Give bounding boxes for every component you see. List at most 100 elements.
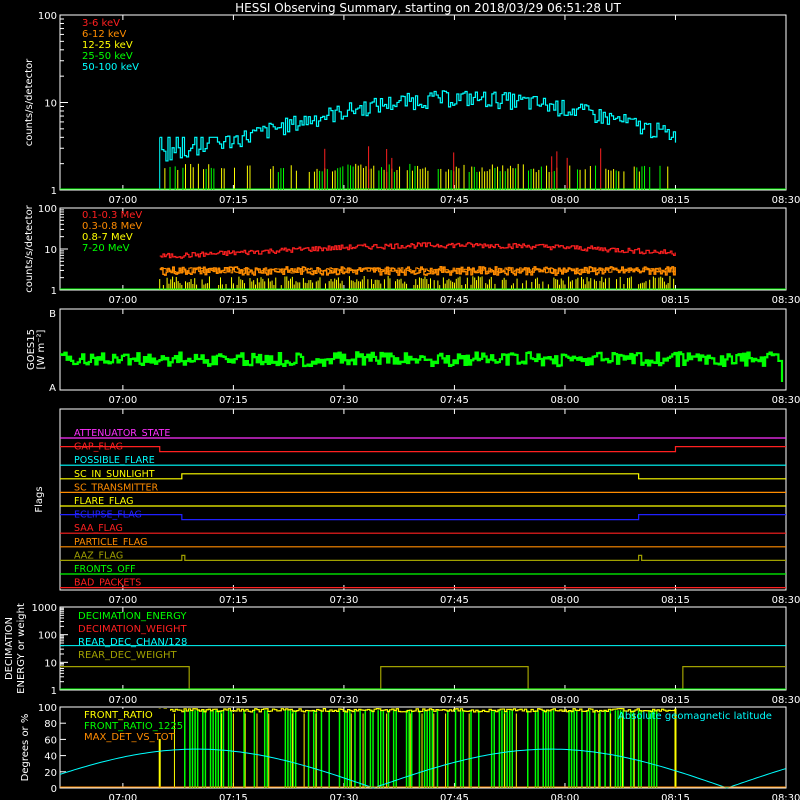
time-tick-label: 07:00 bbox=[108, 295, 137, 306]
time-tick-label: 07:15 bbox=[219, 395, 248, 406]
time-tick-label: 08:15 bbox=[661, 395, 690, 406]
y-axis-label-decimation-2: ENERGY or weight bbox=[16, 603, 27, 694]
time-tick-label: 07:45 bbox=[440, 295, 469, 306]
time-tick-label: 07:30 bbox=[330, 395, 359, 406]
legend-entry: 0.8-7 MeV bbox=[82, 232, 133, 243]
y-tick-label: 0 bbox=[51, 784, 57, 795]
flag-label: PARTICLE_FLAG bbox=[74, 537, 147, 548]
time-tick-label: 08:30 bbox=[772, 295, 800, 306]
y-tick-label: 10 bbox=[44, 99, 57, 110]
flag-label: BAD_PACKETS bbox=[74, 578, 141, 589]
time-tick-label: 07:45 bbox=[440, 695, 469, 706]
y-tick-label: 80 bbox=[44, 719, 57, 730]
goes-series bbox=[60, 351, 784, 382]
time-tick-label: 08:00 bbox=[551, 695, 580, 706]
time-tick-label: 07:00 bbox=[108, 195, 137, 206]
legend-entry: 0.3-0.8 MeV bbox=[82, 221, 142, 232]
legend-entry: 6-12 keV bbox=[82, 29, 126, 40]
time-tick-label: 07:00 bbox=[108, 695, 137, 706]
time-tick-label: 07:15 bbox=[219, 195, 248, 206]
time-tick-label: 07:00 bbox=[108, 595, 137, 606]
y-tick-label: 60 bbox=[44, 735, 57, 746]
y-axis-label-flags: Flags bbox=[34, 486, 45, 512]
time-tick-label: 08:30 bbox=[772, 195, 800, 206]
y-tick-label: 1000 bbox=[32, 603, 57, 614]
y-tick-label: 40 bbox=[44, 752, 57, 763]
legend-entry: DECIMATION_ENERGY bbox=[78, 611, 187, 622]
legend-entry: REAR_DEC_WEIGHT bbox=[78, 650, 177, 661]
time-tick-label: 07:30 bbox=[330, 295, 359, 306]
legend-entry: 3-6 keV bbox=[82, 18, 120, 29]
time-tick-label: 07:00 bbox=[108, 793, 137, 800]
y-axis-label-decimation: DECIMATION bbox=[4, 617, 15, 680]
panels: 07:00 07:15 07:30 07:45 08:00 08:15 08:3011010… bbox=[4, 11, 800, 800]
legend-entry: FRONT_RATIO bbox=[84, 710, 153, 721]
time-tick-label: 08:30 bbox=[772, 595, 800, 606]
y-tick-label: 1 bbox=[51, 286, 57, 297]
y-tick-label: 100 bbox=[38, 631, 57, 642]
flag-label: ATTENUATOR_STATE bbox=[74, 428, 170, 439]
flag-label: FLARE_FLAG bbox=[74, 496, 134, 507]
legend-entry: 25-50 keV bbox=[82, 51, 133, 62]
dec-series-rear-weight bbox=[60, 666, 786, 690]
hxr-series-50-100kev bbox=[159, 90, 677, 162]
y-tick-label: 20 bbox=[44, 768, 57, 779]
time-tick-label: 08:00 bbox=[551, 295, 580, 306]
flag-line bbox=[60, 514, 786, 521]
time-tick-label: 08:15 bbox=[661, 793, 690, 800]
time-tick-label: 07:45 bbox=[440, 595, 469, 606]
time-tick-label: 08:00 bbox=[551, 195, 580, 206]
panel-frame-2 bbox=[59, 207, 787, 291]
time-tick-label: 07:15 bbox=[219, 793, 248, 800]
figure-title: HESSI Observing Summary, starting on 201… bbox=[235, 1, 621, 15]
panel-frame-3 bbox=[59, 308, 787, 391]
time-tick-label: 07:45 bbox=[440, 793, 469, 800]
goes-level-b: B bbox=[49, 309, 56, 320]
time-tick-label: 08:15 bbox=[661, 595, 690, 606]
flag-line bbox=[60, 473, 786, 480]
time-tick-label: 07:30 bbox=[330, 195, 359, 206]
y-axis-label-ratio: Degrees or % bbox=[20, 714, 31, 782]
y-tick-label: 10 bbox=[44, 245, 57, 256]
legend-entry: MAX_DET_VS_TOT bbox=[84, 732, 176, 743]
y-axis-label-goes-units: [W m⁻²] bbox=[36, 329, 47, 369]
legend-entry: DECIMATION_WEIGHT bbox=[78, 624, 187, 635]
observing-summary-figure: HESSI Observing Summary, starting on 201… bbox=[4, 1, 800, 800]
time-tick-label: 08:15 bbox=[661, 695, 690, 706]
flag-label: SC_TRANSMITTER bbox=[74, 482, 159, 493]
legend-entry: 12-25 keV bbox=[82, 40, 133, 51]
flag-line bbox=[60, 446, 786, 453]
legend-entry: 50-100 keV bbox=[82, 62, 139, 73]
flag-label: SAA_FLAG bbox=[74, 523, 123, 534]
y-axis-label-gamma: counts/s/detector bbox=[24, 204, 35, 292]
y-axis-label-hxr: counts/s/detector bbox=[24, 58, 35, 146]
time-tick-label: 08:00 bbox=[551, 395, 580, 406]
goes-level-a: A bbox=[49, 383, 56, 394]
time-tick-label: 08:15 bbox=[661, 195, 690, 206]
flag-label: POSSIBLE_FLARE bbox=[74, 455, 155, 466]
flag-label: FRONTS_OFF bbox=[74, 564, 136, 575]
flag-label: SC_IN_SUNLIGHT bbox=[74, 469, 155, 480]
y-tick-label: 1 bbox=[51, 186, 57, 197]
time-tick-label: 07:15 bbox=[219, 295, 248, 306]
time-tick-label: 08:15 bbox=[661, 295, 690, 306]
gamma-series-0.1-0.3mev bbox=[159, 242, 676, 259]
panel-frame-1 bbox=[59, 14, 787, 191]
legend-entry: 7-20 MeV bbox=[82, 243, 130, 254]
time-tick-label: 07:30 bbox=[330, 695, 359, 706]
time-tick-label: 08:30 bbox=[772, 695, 800, 706]
time-tick-label: 08:00 bbox=[551, 595, 580, 606]
time-tick-label: 07:30 bbox=[330, 793, 359, 800]
annotation-geomagnetic-latitude: Absolute geomagnetic latitude bbox=[618, 711, 772, 722]
time-tick-label: 08:30 bbox=[772, 793, 800, 800]
time-tick-label: 07:15 bbox=[219, 695, 248, 706]
legend-entry: REAR_DEC_CHAN/128 bbox=[78, 637, 187, 648]
legend-entry: 0.1-0.3 MeV bbox=[82, 210, 142, 221]
y-tick-label: 100 bbox=[38, 703, 57, 714]
time-tick-label: 07:30 bbox=[330, 595, 359, 606]
time-tick-label: 07:00 bbox=[108, 395, 137, 406]
time-tick-label: 08:00 bbox=[551, 793, 580, 800]
time-tick-label: 07:15 bbox=[219, 595, 248, 606]
ratio-geomagnetic-latitude bbox=[59, 748, 786, 789]
ratio-front-ratio bbox=[159, 708, 676, 713]
